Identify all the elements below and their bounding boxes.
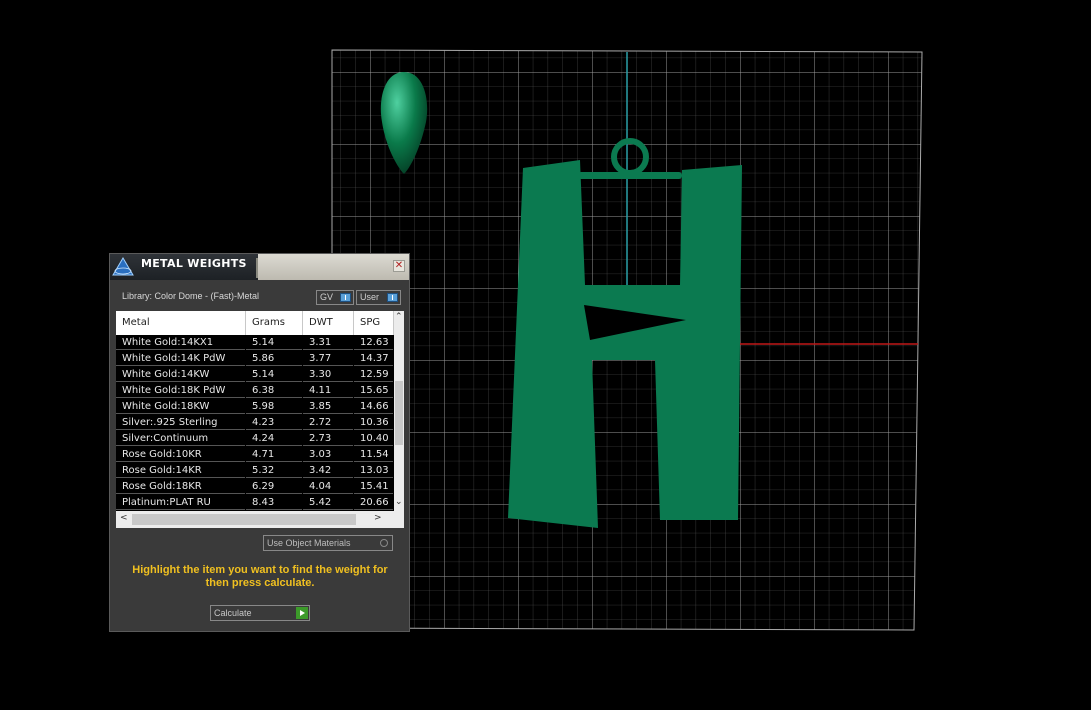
dialog-titlebar[interactable]: METAL WEIGHTS ✕ xyxy=(110,254,409,280)
scroll-down-icon[interactable]: ⌄ xyxy=(395,497,403,507)
scroll-up-icon[interactable]: ⌃ xyxy=(395,312,403,322)
cell-metal: Rose Gold:18KR xyxy=(116,479,245,494)
app-logo-icon xyxy=(112,257,134,276)
cell-spg: 10.36 xyxy=(354,415,393,430)
close-button[interactable]: ✕ xyxy=(393,260,405,272)
use-object-materials-option[interactable]: Use Object Materials xyxy=(263,535,393,551)
cell-grams: 5.14 xyxy=(246,367,302,382)
table-row[interactable]: Silver:Continuum 4.24 2.73 10.40 xyxy=(116,431,394,447)
play-arrow-icon xyxy=(296,607,308,619)
gv-toggle-indicator xyxy=(340,293,351,302)
table-row[interactable]: Rose Gold:18KR 6.29 4.04 15.41 xyxy=(116,479,394,495)
gv-toggle[interactable]: GV xyxy=(316,290,354,305)
cell-metal: Rose Gold:10KR xyxy=(116,447,245,462)
cell-grams: 5.32 xyxy=(246,463,302,478)
cell-metal: White Gold:18K PdW xyxy=(116,383,245,398)
table-row[interactable]: White Gold:18K PdW 6.38 4.11 15.65 xyxy=(116,383,394,399)
calculate-button[interactable]: Calculate xyxy=(210,605,310,621)
cell-grams: 6.29 xyxy=(246,479,302,494)
cell-dwt: 3.42 xyxy=(303,463,353,478)
cell-metal: White Gold:14KX1 xyxy=(116,335,245,350)
library-label: Library: Color Dome - (Fast)-Metal xyxy=(122,291,260,301)
column-header-grams[interactable]: Grams xyxy=(246,311,303,335)
cell-dwt: 4.04 xyxy=(303,479,353,494)
cell-dwt: 3.30 xyxy=(303,367,353,382)
table-row[interactable]: White Gold:14K PdW 5.86 3.77 14.37 xyxy=(116,351,394,367)
cell-dwt: 3.85 xyxy=(303,399,353,414)
scroll-right-icon[interactable]: > xyxy=(374,513,382,523)
cell-grams: 4.23 xyxy=(246,415,302,430)
table-row[interactable]: Silver:.925 Sterling 4.23 2.72 10.36 xyxy=(116,415,394,431)
table-row[interactable]: White Gold:14KW 5.14 3.30 12.59 xyxy=(116,367,394,383)
table-row[interactable]: Rose Gold:10KR 4.71 3.03 11.54 xyxy=(116,447,394,463)
cell-dwt: 3.77 xyxy=(303,351,353,366)
cell-dwt: 2.72 xyxy=(303,415,353,430)
table-body: White Gold:14KX1 5.14 3.31 12.63 White Gold:… xyxy=(116,335,394,511)
cell-metal: White Gold:14KW xyxy=(116,367,245,382)
horizontal-scrollbar[interactable]: < > xyxy=(116,511,404,528)
table-header: Metal Grams DWT SPG xyxy=(116,311,394,335)
table-row[interactable]: Platinum:PLAT RU 8.43 5.42 20.66 xyxy=(116,495,394,511)
cell-spg: 14.66 xyxy=(354,399,393,414)
instruction-text: Highlight the item you want to find the … xyxy=(132,564,388,589)
cell-metal: Rose Gold:14KR xyxy=(116,463,245,478)
vertical-scrollbar[interactable]: ⌃ ⌄ xyxy=(394,311,404,511)
cell-metal: Silver:Continuum xyxy=(116,431,245,446)
cell-dwt: 3.03 xyxy=(303,447,353,462)
cell-dwt: 5.42 xyxy=(303,495,353,510)
cell-spg: 12.59 xyxy=(354,367,393,382)
radio-icon xyxy=(380,539,388,547)
cell-spg: 12.63 xyxy=(354,335,393,350)
cell-spg: 20.66 xyxy=(354,495,393,510)
metal-table: Metal Grams DWT SPG White Gold:14KX1 5.14… xyxy=(116,311,404,528)
cell-spg: 15.41 xyxy=(354,479,393,494)
cell-spg: 11.54 xyxy=(354,447,393,462)
cell-grams: 5.98 xyxy=(246,399,302,414)
column-header-dwt[interactable]: DWT xyxy=(303,311,354,335)
cell-grams: 5.14 xyxy=(246,335,302,350)
user-toggle[interactable]: User xyxy=(356,290,401,305)
cell-spg: 13.03 xyxy=(354,463,393,478)
cell-metal: Silver:.925 Sterling xyxy=(116,415,245,430)
user-toggle-indicator xyxy=(387,293,398,302)
cell-dwt: 4.11 xyxy=(303,383,353,398)
vertical-scroll-thumb[interactable] xyxy=(395,381,403,445)
cell-spg: 14.37 xyxy=(354,351,393,366)
cell-dwt: 2.73 xyxy=(303,431,353,446)
cell-grams: 6.38 xyxy=(246,383,302,398)
cell-spg: 15.65 xyxy=(354,383,393,398)
metal-weights-dialog: METAL WEIGHTS ✕ Library: Color Dome - (F… xyxy=(109,253,410,632)
column-header-spg[interactable]: SPG xyxy=(354,311,394,335)
cell-metal: White Gold:14K PdW xyxy=(116,351,245,366)
scroll-left-icon[interactable]: < xyxy=(120,513,128,523)
cell-grams: 4.24 xyxy=(246,431,302,446)
cell-metal: White Gold:18KW xyxy=(116,399,245,414)
cell-dwt: 3.31 xyxy=(303,335,353,350)
cell-metal: Platinum:PLAT RU xyxy=(116,495,245,510)
bail-bar xyxy=(578,172,682,179)
table-row[interactable]: Rose Gold:14KR 5.32 3.42 13.03 xyxy=(116,463,394,479)
cell-spg: 10.40 xyxy=(354,431,393,446)
table-row[interactable]: White Gold:18KW 5.98 3.85 14.66 xyxy=(116,399,394,415)
cell-grams: 4.71 xyxy=(246,447,302,462)
dialog-title: METAL WEIGHTS xyxy=(141,257,247,270)
cell-grams: 5.86 xyxy=(246,351,302,366)
column-header-metal[interactable]: Metal xyxy=(116,311,246,335)
cell-grams: 8.43 xyxy=(246,495,302,510)
horizontal-scroll-thumb[interactable] xyxy=(132,514,356,525)
table-row[interactable]: White Gold:14KX1 5.14 3.31 12.63 xyxy=(116,335,394,351)
